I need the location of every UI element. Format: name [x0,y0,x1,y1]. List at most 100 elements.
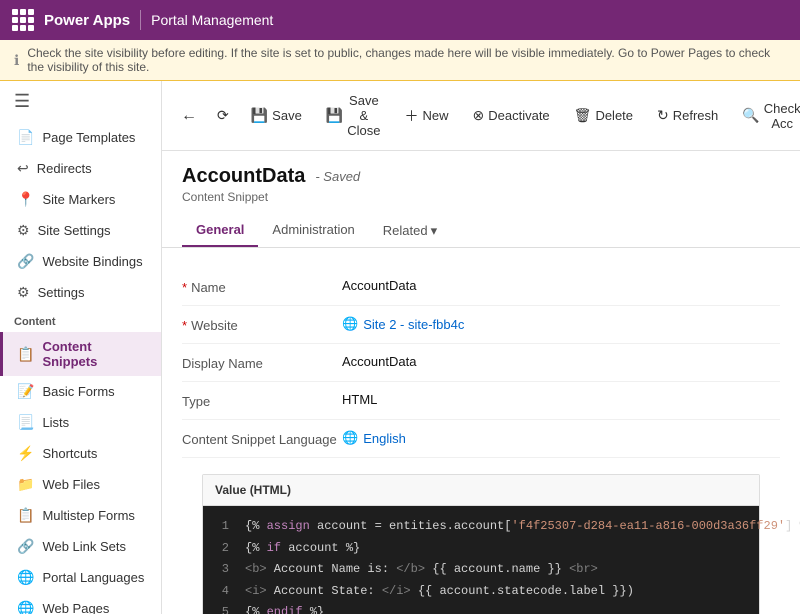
web-link-sets-icon: 🔗 [17,538,34,555]
delete-icon: 🗑 [574,107,592,124]
field-type: Type HTML [182,382,780,420]
page-templates-icon: 📄 [17,129,34,146]
sidebar-item-portal-languages[interactable]: 🌐 Portal Languages [0,562,161,593]
delete-button[interactable]: 🗑 Delete [563,101,644,130]
field-content-snippet-language-label: Content Snippet Language [182,430,342,447]
language-link-text: English [363,431,406,446]
globe-icon: 🌐 [342,316,358,332]
sidebar-item-shortcuts[interactable]: ⚡ Shortcuts [0,438,161,469]
refresh-nav-button[interactable]: ⟳ [208,101,238,130]
code-line-4: 4 <i> Account State: </i> {{ account.sta… [213,581,749,603]
back-button[interactable]: ← [172,101,206,131]
sidebar-item-lists[interactable]: 📃 Lists [0,407,161,438]
site-markers-icon: 📍 [17,191,34,208]
sidebar-item-multistep-forms[interactable]: 📋 Multistep Forms [0,500,161,531]
tab-related[interactable]: Related ▾ [369,215,451,247]
sidebar-item-website-bindings[interactable]: 🔗 Website Bindings [0,246,161,277]
page-subtitle: Content Snippet [182,190,780,204]
sidebar-item-web-pages[interactable]: 🌐 Web Pages [0,593,161,614]
sidebar-item-web-link-sets[interactable]: 🔗 Web Link Sets [0,531,161,562]
sidebar-label-basic-forms: Basic Forms [42,384,114,399]
redirects-icon: ↩ [17,160,29,177]
tabs: General Administration Related ▾ [162,204,800,248]
content-section-label: Content [0,308,161,332]
sidebar-item-site-settings[interactable]: ⚙ Site Settings [0,215,161,246]
check-acc-label: Check Acc [764,101,800,131]
save-icon: 💾 [251,107,268,124]
save-close-button[interactable]: 💾 Save & Close [315,87,392,144]
save-button[interactable]: 💾 Save [240,101,313,130]
check-acc-button[interactable]: 🔍 Check Acc [731,95,800,137]
sidebar-label-shortcuts: Shortcuts [42,446,97,461]
field-website-value[interactable]: 🌐 Site 2 - site-fbb4c [342,316,780,332]
field-content-snippet-language-value[interactable]: 🌐 English [342,430,780,446]
code-line-1: 1 {% assign account = entities.account['… [213,516,749,538]
module-name: Portal Management [151,12,273,28]
sidebar-menu-icon[interactable]: ☰ [0,81,161,122]
code-line-5: 5 {% endif %} [213,602,749,614]
code-editor[interactable]: 1 {% assign account = entities.account['… [203,506,759,614]
language-globe-icon: 🌐 [342,430,358,446]
save-close-label: Save & Close [347,93,380,138]
info-icon: ℹ [14,52,19,69]
required-star-name: * [182,280,187,295]
site-settings-icon: ⚙ [17,222,30,239]
content-area: ← ⟳ 💾 Save 💾 Save & Close ＋ New ⊗ Deacti… [162,81,800,614]
infobar: ℹ Check the site visibility before editi… [0,40,800,81]
field-website: *Website 🌐 Site 2 - site-fbb4c [182,306,780,344]
tab-general[interactable]: General [182,214,258,247]
refresh-icon: ↻ [657,107,669,124]
deactivate-label: Deactivate [488,108,549,123]
form-content: *Name AccountData *Website 🌐 Site 2 - si… [162,248,800,614]
web-pages-icon: 🌐 [17,600,34,614]
page-title: AccountData [182,165,305,188]
sidebar-label-content-snippets: Content Snippets [42,339,147,369]
new-label: New [422,108,448,123]
code-line-3: 3 <b> Account Name is: </b> {{ account.n… [213,559,749,581]
sidebar-label-portal-languages: Portal Languages [42,570,144,585]
topbar-separator [140,10,141,30]
sidebar: ☰ 📄 Page Templates ↩ Redirects 📍 Site Ma… [0,81,162,614]
code-line-2: 2 {% if account %} [213,538,749,560]
website-bindings-icon: 🔗 [17,253,34,270]
sidebar-item-redirects[interactable]: ↩ Redirects [0,153,161,184]
field-name-label: *Name [182,278,342,295]
content-snippets-icon: 📋 [17,346,34,363]
sidebar-item-page-templates[interactable]: 📄 Page Templates [0,122,161,153]
page-header: AccountData - Saved Content Snippet [162,151,800,204]
lists-icon: 📃 [17,414,34,431]
topbar: Power Apps Portal Management [0,0,800,40]
refresh-button[interactable]: ↻ Refresh [646,101,729,130]
infobar-message: Check the site visibility before editing… [27,46,786,74]
toolbar: ← ⟳ 💾 Save 💾 Save & Close ＋ New ⊗ Deacti… [162,81,800,151]
sidebar-item-settings[interactable]: ⚙ Settings [0,277,161,308]
field-type-label: Type [182,392,342,409]
delete-label: Delete [595,108,633,123]
sidebar-item-site-markers[interactable]: 📍 Site Markers [0,184,161,215]
refresh-label: Refresh [673,108,719,123]
sidebar-item-web-files[interactable]: 📁 Web Files [0,469,161,500]
field-name-value: AccountData [342,278,780,293]
sidebar-item-basic-forms[interactable]: 📝 Basic Forms [0,376,161,407]
web-files-icon: 📁 [17,476,34,493]
deactivate-button[interactable]: ⊗ Deactivate [462,101,561,130]
field-website-label: *Website [182,316,342,333]
sidebar-label-web-files: Web Files [42,477,100,492]
new-button[interactable]: ＋ New [393,100,459,132]
multistep-forms-icon: 📋 [17,507,34,524]
field-name: *Name AccountData [182,268,780,306]
apps-grid-icon[interactable] [12,9,34,31]
check-acc-icon: 🔍 [742,107,759,124]
sidebar-item-content-snippets[interactable]: 📋 Content Snippets [0,332,161,376]
field-display-name-label: Display Name [182,354,342,371]
deactivate-icon: ⊗ [473,107,485,124]
save-label: Save [272,108,302,123]
tab-administration[interactable]: Administration [258,214,368,247]
page-saved-label: - Saved [315,169,360,184]
save-close-icon: 💾 [326,107,343,124]
field-content-snippet-language: Content Snippet Language 🌐 English [182,420,780,458]
sidebar-label-web-pages: Web Pages [42,601,109,614]
tab-related-label: Related [383,223,428,238]
code-section: Value (HTML) 1 {% assign account = entit… [202,474,760,614]
portal-languages-icon: 🌐 [17,569,34,586]
